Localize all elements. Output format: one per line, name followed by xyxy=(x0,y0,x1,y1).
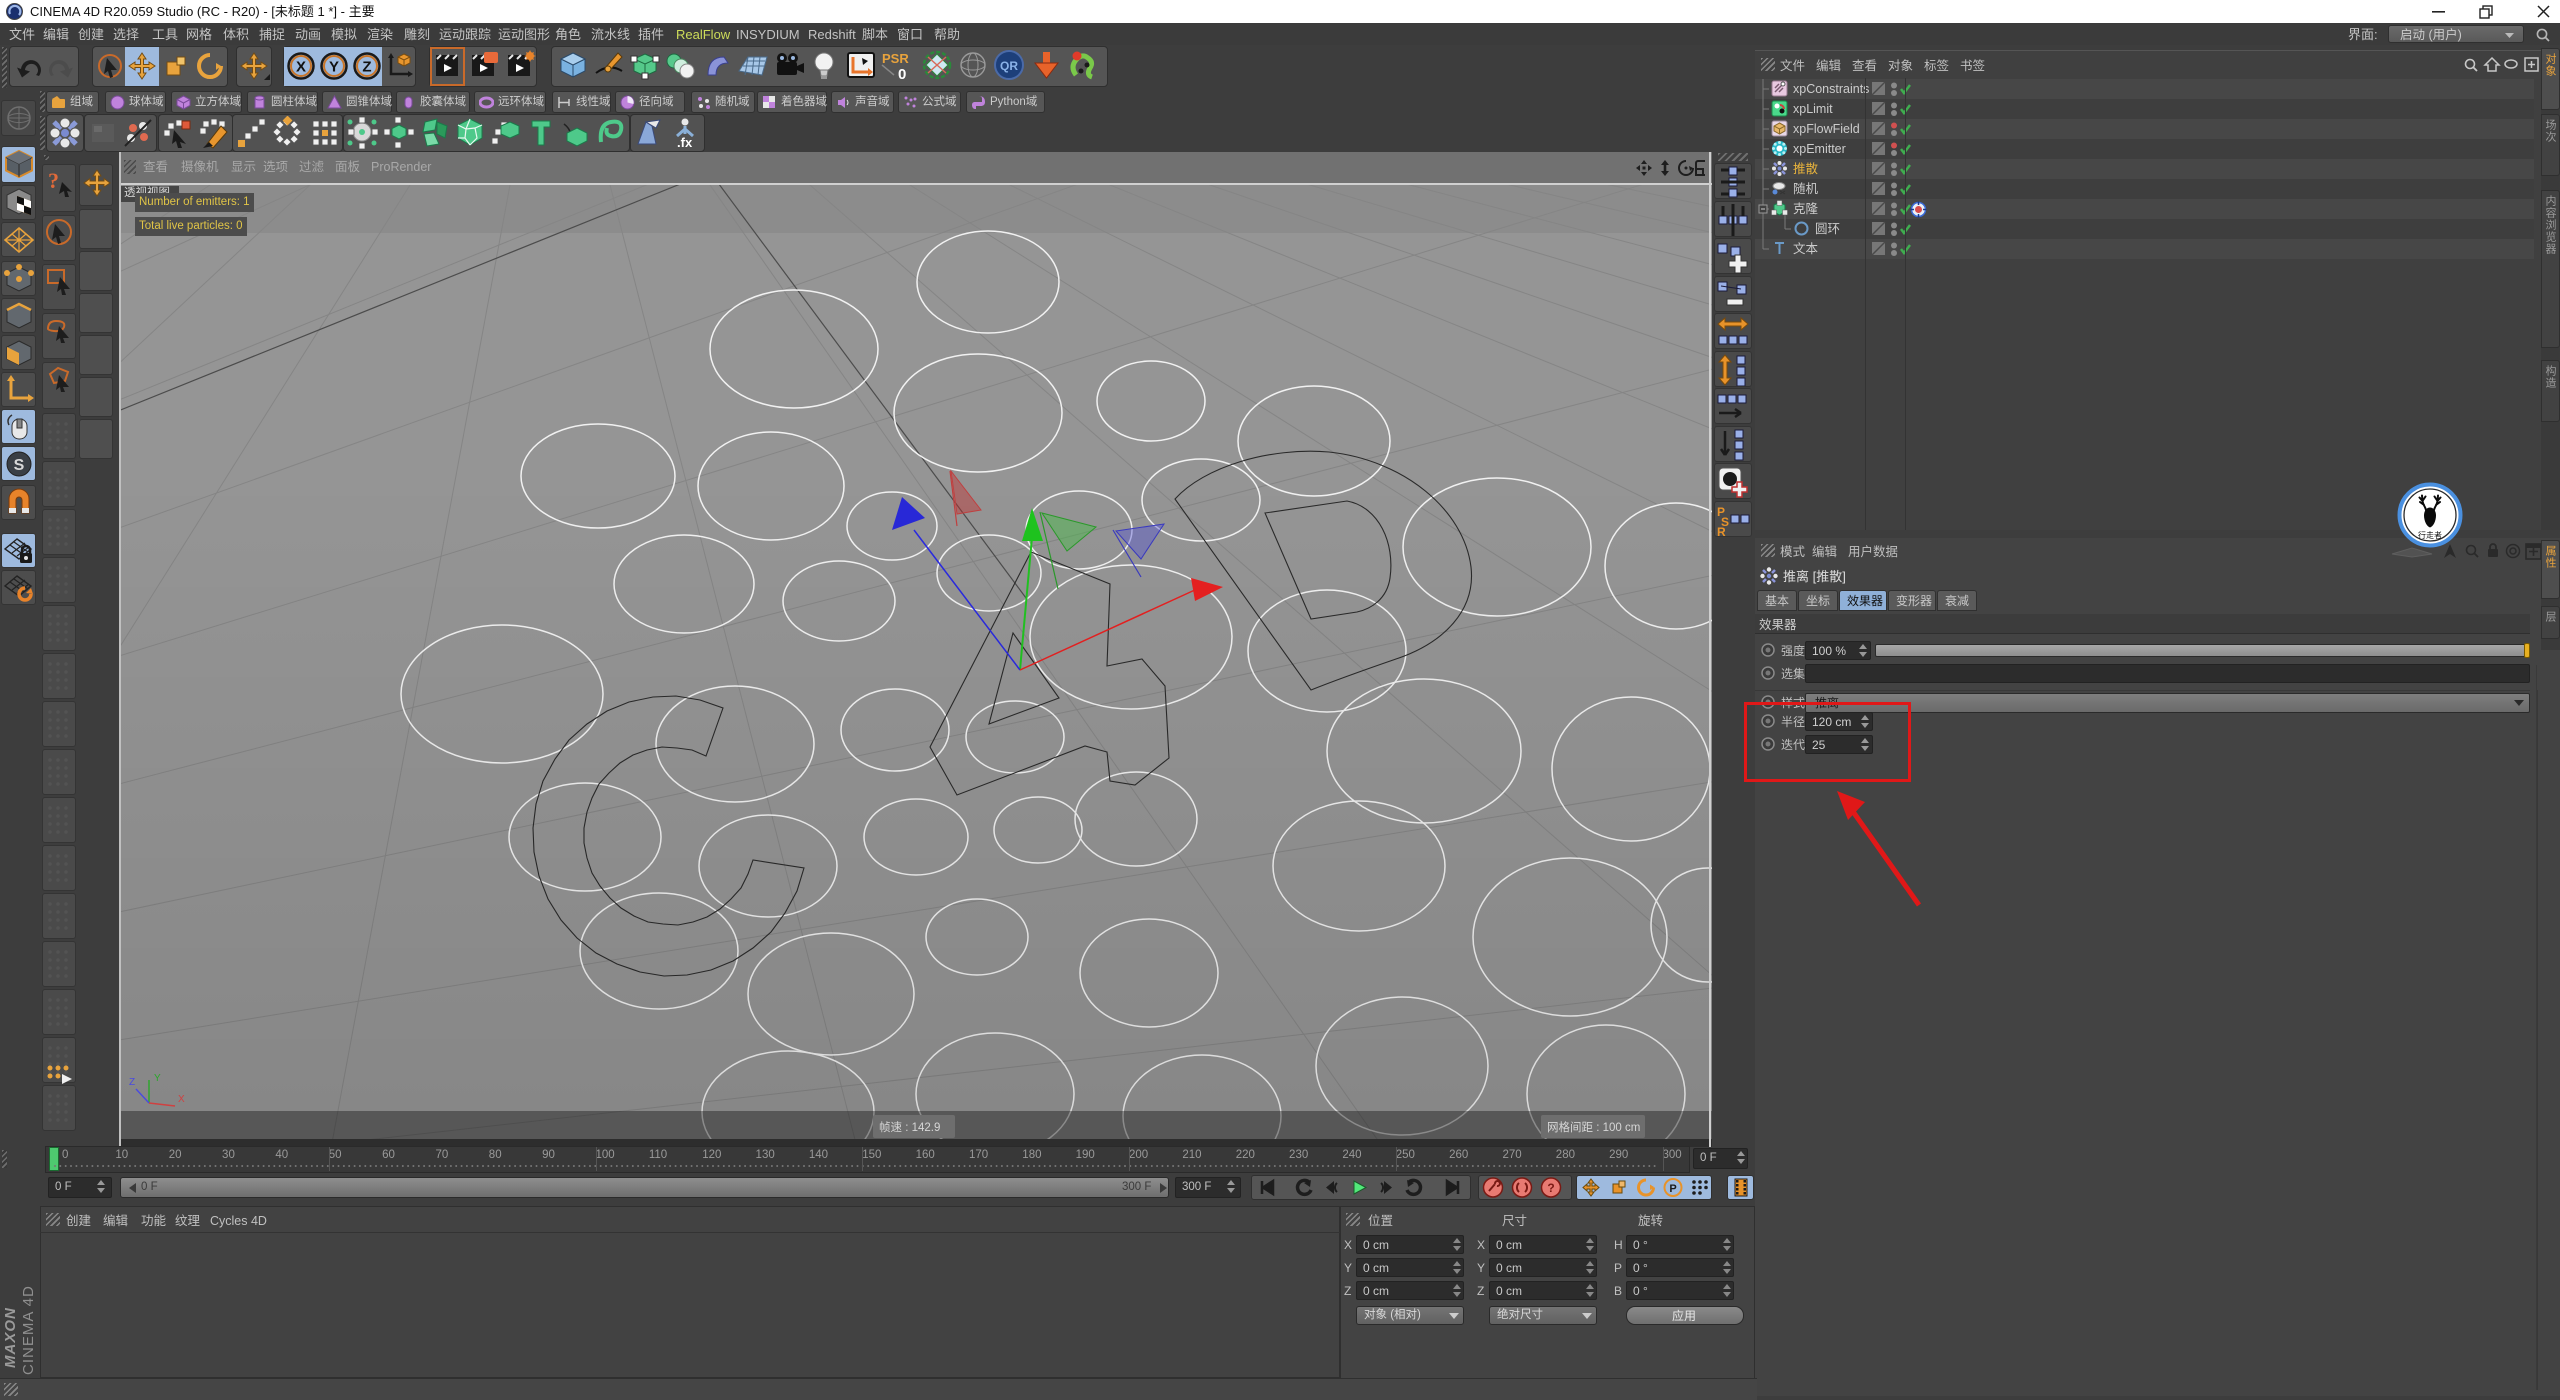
svg-text:网格间距 : 100 cm: 网格间距 : 100 cm xyxy=(1547,1120,1640,1134)
svg-text:X: X xyxy=(296,59,306,76)
svg-text:?: ? xyxy=(1547,1181,1554,1195)
svg-text:PSR: PSR xyxy=(882,51,909,66)
svg-text:Z: Z xyxy=(129,1077,135,1088)
svg-text:R: R xyxy=(1717,525,1726,536)
svg-text:P: P xyxy=(1669,1183,1676,1195)
svg-text:0: 0 xyxy=(898,66,906,83)
svg-text:Z: Z xyxy=(362,59,371,76)
svg-text:.fx: .fx xyxy=(677,135,693,150)
svg-text:QR: QR xyxy=(1000,59,1018,73)
svg-text:行走者: 行走者 xyxy=(2418,530,2442,540)
svg-text:S: S xyxy=(14,457,25,474)
svg-text:?: ? xyxy=(48,168,59,193)
svg-text:X: X xyxy=(178,1094,185,1105)
svg-text:Y: Y xyxy=(329,59,339,76)
svg-text:Y: Y xyxy=(154,1073,161,1084)
svg-text:帧速 : 142.9: 帧速 : 142.9 xyxy=(879,1120,940,1134)
